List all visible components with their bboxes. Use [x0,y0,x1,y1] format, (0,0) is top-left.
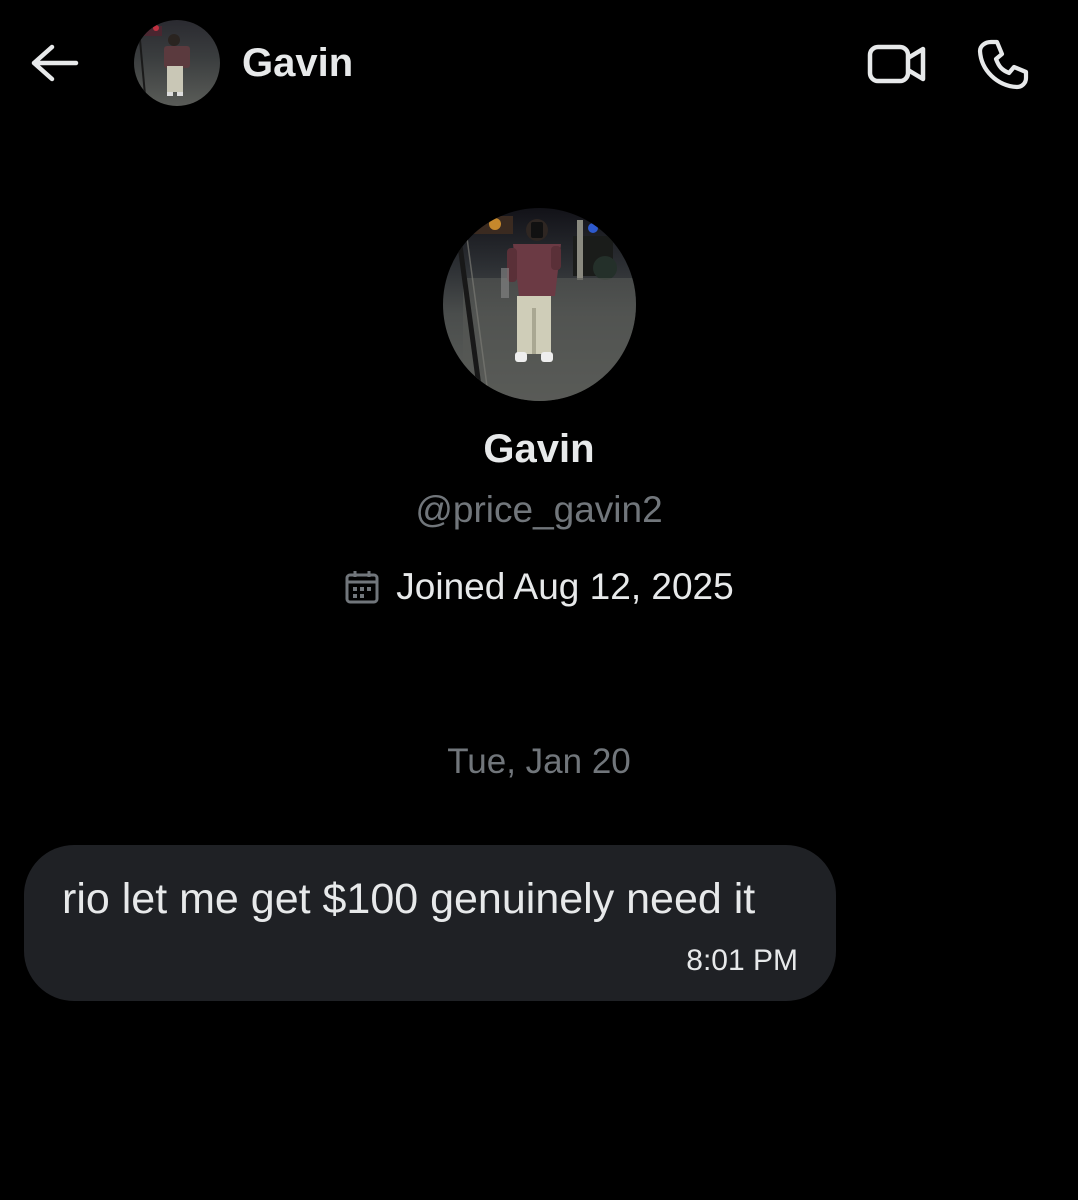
message-bubble[interactable]: rio let me get $100 genuinely need it 8:… [24,845,836,1001]
calendar-icon [345,571,379,604]
message-timestamp: 8:01 PM [686,944,798,977]
joined-date-text: Joined Aug 12, 2025 [396,566,734,607]
joined-date: Joined Aug 12, 2025 [0,564,1078,610]
contact-name[interactable]: Gavin [242,40,353,86]
phone-icon [977,39,1029,90]
profile-name: Gavin [483,427,595,471]
date-divider: Tue, Jan 20 [447,742,631,781]
arrow-left-icon [31,44,79,82]
profile-handle: @price_gavin2 [415,489,663,530]
profile-avatar[interactable] [443,208,636,401]
back-button[interactable] [24,38,84,88]
voice-call-button[interactable] [970,34,1036,94]
avatar[interactable] [134,20,220,106]
video-call-button[interactable] [862,36,932,92]
message-text: rio let me get $100 genuinely need it [62,875,756,923]
video-camera-icon [867,44,926,84]
conversation-header: Gavin [0,0,1078,128]
